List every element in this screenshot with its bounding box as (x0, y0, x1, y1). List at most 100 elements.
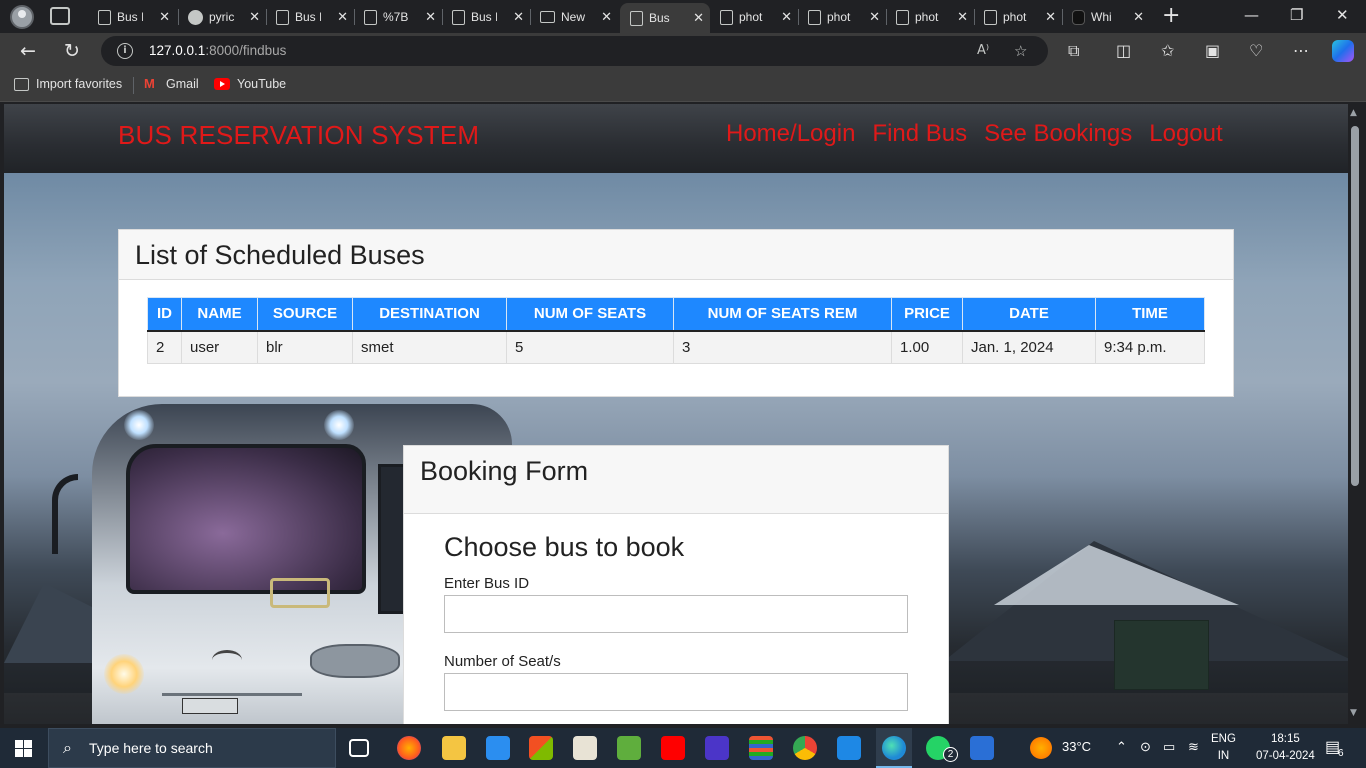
table-row: 2 user blr smet 5 3 1.00 Jan. 1, 2024 9:… (147, 330, 1205, 364)
github-icon (188, 9, 203, 25)
scroll-up-icon[interactable]: ▲ (1350, 108, 1357, 118)
address-toolbar: ← ↻ i 127.0.0.1:8000/findbus A⁾ ☆ ⧉ ◫ ✩ … (0, 33, 1366, 69)
browser-tab[interactable]: %7B ✕ (354, 3, 442, 31)
close-tab-icon[interactable]: ✕ (425, 9, 436, 25)
tab-actions-icon[interactable] (50, 7, 70, 25)
vscode-icon[interactable] (837, 736, 861, 760)
notepad-icon[interactable] (617, 736, 641, 760)
favorite-star-icon[interactable]: ☆ (1014, 42, 1027, 60)
site-brand[interactable]: BUS RESERVATION SYSTEM (118, 120, 479, 151)
scheduled-buses-title: List of Scheduled Buses (119, 230, 1233, 280)
photos-icon[interactable] (970, 736, 994, 760)
browser-tab[interactable]: Bus I ✕ (88, 3, 176, 31)
firefox-icon[interactable] (397, 736, 421, 760)
browser-tab[interactable]: New ✕ (530, 3, 618, 31)
windows-start-icon[interactable] (15, 740, 32, 757)
edge-icon[interactable] (882, 736, 906, 760)
close-tab-icon[interactable]: ✕ (693, 10, 704, 26)
taskbar-search[interactable]: ⌕ Type here to search (48, 728, 336, 768)
profile-avatar-icon[interactable] (10, 5, 34, 29)
nav-find-bus[interactable]: Find Bus (872, 120, 967, 148)
minimize-icon[interactable]: — (1244, 6, 1259, 24)
webex-icon[interactable] (705, 736, 729, 760)
split-screen-icon[interactable]: ◫ (1116, 41, 1131, 60)
browser-tab[interactable]: Whi ✕ (1062, 3, 1150, 31)
close-tab-icon[interactable]: ✕ (337, 9, 348, 25)
refresh-icon[interactable]: ↻ (60, 39, 84, 63)
copilot-icon[interactable] (1332, 40, 1354, 62)
mail-icon[interactable] (486, 736, 510, 760)
close-tab-icon[interactable]: ✕ (869, 9, 880, 25)
language-indicator[interactable]: ENG IN (1211, 731, 1236, 765)
import-favorites-link[interactable]: Import favorites (14, 77, 122, 91)
close-tab-icon[interactable]: ✕ (1133, 9, 1144, 25)
chrome-icon[interactable] (793, 736, 817, 760)
back-icon[interactable]: ← (16, 39, 40, 63)
url-text[interactable]: 127.0.0.1:8000/findbus (149, 43, 286, 58)
document-icon (98, 9, 111, 25)
close-tab-icon[interactable]: ✕ (957, 9, 968, 25)
browser-tab[interactable]: Bus I ✕ (442, 3, 530, 31)
task-view-icon[interactable] (349, 739, 369, 757)
seats-input[interactable] (444, 673, 908, 711)
bus-id-input[interactable] (444, 595, 908, 633)
scroll-down-icon[interactable]: ▼ (1350, 708, 1357, 718)
app-icon (1072, 9, 1085, 25)
browser-tab[interactable]: phot ✕ (710, 3, 798, 31)
browser-tab[interactable]: phot ✕ (974, 3, 1062, 31)
favorites-icon[interactable]: ✩ (1161, 41, 1174, 60)
read-aloud-icon[interactable]: A⁾ (977, 43, 989, 58)
extensions-icon[interactable]: ⧉ (1068, 41, 1079, 61)
youtube-app-icon[interactable] (661, 736, 685, 760)
browser-tab-active[interactable]: Bus ✕ (620, 3, 710, 33)
weather-temp[interactable]: 33°C (1062, 739, 1091, 754)
col-num-seats: NUM OF SEATS (506, 297, 674, 332)
browser-tab[interactable]: phot ✕ (886, 3, 974, 31)
cell-num-seats: 5 (506, 330, 674, 364)
weather-icon[interactable] (1030, 737, 1052, 759)
collections-icon[interactable]: ▣ (1205, 41, 1220, 60)
close-tab-icon[interactable]: ✕ (601, 9, 612, 25)
store-icon[interactable] (529, 736, 553, 760)
browser-tab[interactable]: Bus I ✕ (266, 3, 354, 31)
close-tab-icon[interactable]: ✕ (781, 9, 792, 25)
favorites-bar: Import favorites Gmail YouTube (0, 69, 1366, 102)
file-explorer-icon[interactable] (442, 736, 466, 760)
close-window-icon[interactable]: ✕ (1336, 6, 1349, 24)
table-header-row: ID NAME SOURCE DESTINATION NUM OF SEATS … (147, 297, 1205, 332)
restore-icon[interactable]: ❐ (1290, 6, 1303, 24)
gmail-link[interactable]: Gmail (144, 76, 199, 92)
page-scrollbar[interactable]: ▲ ▼ (1348, 104, 1362, 724)
close-tab-icon[interactable]: ✕ (1045, 9, 1056, 25)
python-files-icon[interactable] (573, 736, 597, 760)
cell-time: 9:34 p.m. (1095, 330, 1205, 364)
close-tab-icon[interactable]: ✕ (159, 9, 170, 25)
battery-icon[interactable]: ▭ (1163, 739, 1175, 755)
browser-tab[interactable]: phot ✕ (798, 3, 886, 31)
document-icon (630, 10, 643, 26)
taskbar-clock[interactable]: 18:15 07-04-2024 (1256, 731, 1315, 765)
show-hidden-icons[interactable]: ⌃ (1116, 739, 1127, 755)
more-options-icon[interactable]: ⋯ (1293, 41, 1309, 60)
document-icon (984, 9, 997, 25)
nav-see-bookings[interactable]: See Bookings (984, 120, 1132, 148)
browser-essentials-icon[interactable]: ♡ (1249, 41, 1263, 60)
meet-icon[interactable]: ⊙ (1140, 739, 1151, 755)
site-info-icon[interactable]: i (117, 43, 133, 59)
nav-logout[interactable]: Logout (1149, 120, 1222, 148)
browser-tab[interactable]: pyric ✕ (178, 3, 266, 31)
close-tab-icon[interactable]: ✕ (513, 9, 524, 25)
address-bar[interactable]: i 127.0.0.1:8000/findbus A⁾ ☆ (101, 36, 1048, 66)
close-tab-icon[interactable]: ✕ (249, 9, 260, 25)
document-icon (808, 9, 821, 25)
new-tab-icon[interactable]: + (1162, 5, 1180, 27)
scheduled-buses-card: List of Scheduled Buses ID NAME SOURCE D… (118, 229, 1234, 397)
col-time: TIME (1095, 297, 1205, 332)
nav-home-login[interactable]: Home/Login (726, 120, 855, 148)
winrar-icon[interactable] (749, 736, 773, 760)
scrollbar-thumb[interactable] (1351, 126, 1359, 486)
wifi-icon[interactable]: ≋ (1188, 739, 1199, 755)
booking-form-title: Booking Form (404, 446, 948, 514)
col-id: ID (147, 297, 182, 332)
youtube-link[interactable]: YouTube (214, 77, 286, 91)
